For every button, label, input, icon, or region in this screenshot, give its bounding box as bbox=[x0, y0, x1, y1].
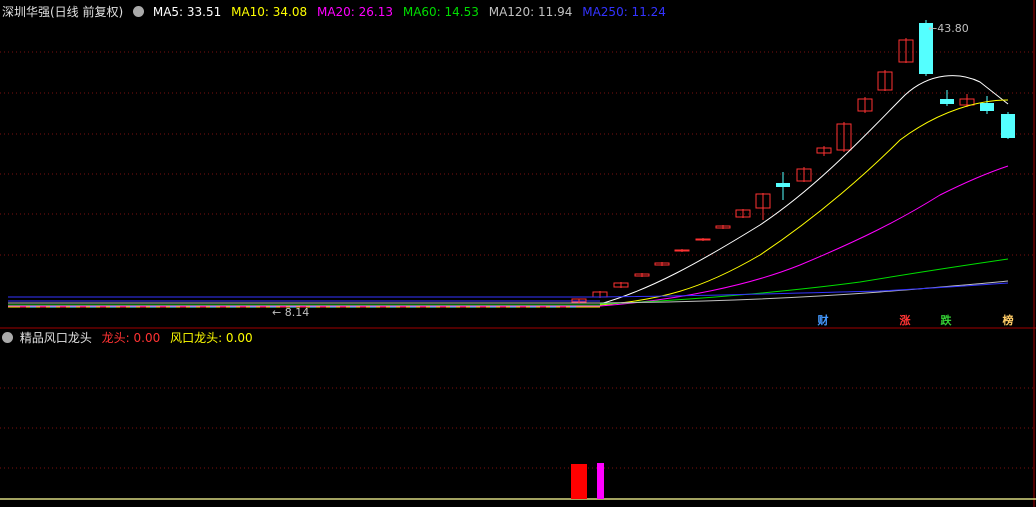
left-arrow-icon: ← bbox=[928, 22, 938, 35]
candle-body-down bbox=[776, 183, 790, 187]
ma10-line bbox=[599, 99, 1009, 306]
chart-canvas[interactable] bbox=[0, 0, 1036, 507]
high-price-label: ←43.80 bbox=[928, 22, 969, 35]
settings-circle-icon[interactable] bbox=[133, 6, 145, 17]
finance-event-badge[interactable]: 财 bbox=[815, 314, 831, 328]
ranking-event-badge[interactable]: 榜 bbox=[1000, 314, 1016, 328]
dragon-head-bar bbox=[571, 464, 587, 499]
candle-body-up bbox=[695, 238, 711, 241]
low-price-label: ← 8.14 bbox=[272, 306, 310, 319]
ma20-label: MA20: 26.13 bbox=[316, 5, 394, 19]
ma5-line bbox=[599, 75, 1009, 305]
left-arrow-icon: ← bbox=[272, 306, 282, 319]
ma5-label: MA5: 33.51 bbox=[152, 5, 222, 19]
main-legend: 深圳华强(日线 前复权) MA5: 33.51 MA10: 34.08 MA20… bbox=[2, 4, 672, 20]
ma250-line bbox=[8, 282, 1009, 298]
wind-dragon-value: 风口龙头: 0.00 bbox=[170, 331, 253, 345]
candle-body-down bbox=[980, 103, 994, 111]
ma250-label: MA250: 11.24 bbox=[582, 5, 666, 19]
ma20-line bbox=[599, 165, 1009, 307]
candle-body-down bbox=[940, 99, 954, 104]
ma10-label: MA10: 34.08 bbox=[231, 5, 308, 19]
sub-legend: 精品风口龙头 龙头: 0.00 风口龙头: 0.00 bbox=[2, 330, 259, 346]
ma120-label: MA120: 11.94 bbox=[488, 5, 573, 19]
stock-name: 深圳华强(日线 前复权) bbox=[2, 5, 124, 19]
indicator-name: 精品风口龙头 bbox=[19, 331, 92, 345]
rise-event-badge[interactable]: 涨 bbox=[897, 314, 913, 328]
candle-body-up bbox=[674, 249, 690, 252]
dragon-head-value: 龙头: 0.00 bbox=[101, 331, 161, 345]
wind-dragon-bar bbox=[597, 463, 604, 499]
ma60-label: MA60: 14.53 bbox=[402, 5, 479, 19]
settings-circle-icon[interactable] bbox=[2, 332, 13, 343]
candle-body-down bbox=[1001, 114, 1015, 138]
stock-chart-window: 深圳华强(日线 前复权) MA5: 33.51 MA10: 34.08 MA20… bbox=[0, 0, 1036, 507]
fall-event-badge[interactable]: 跌 bbox=[938, 314, 954, 328]
